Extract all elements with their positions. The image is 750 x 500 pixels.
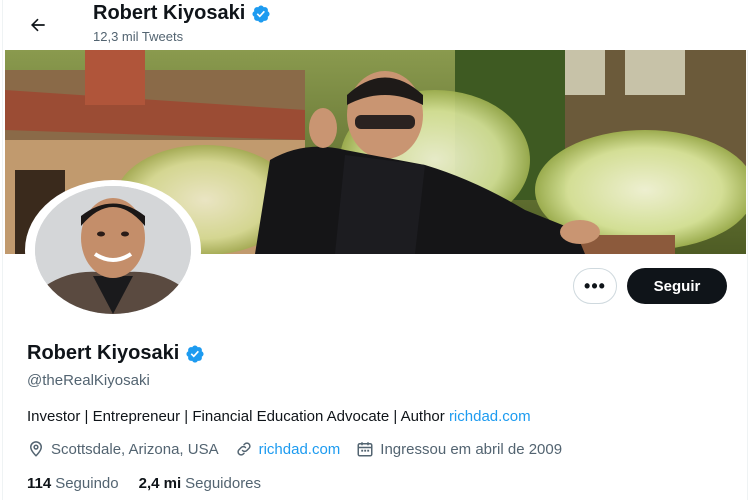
profile-bio: Investor | Entrepreneur | Financial Educ… [27,408,531,425]
tweet-count: 12,3 mil Tweets [93,29,184,44]
avatar-image [35,186,191,314]
location-pin-icon [29,441,43,457]
link-icon [236,442,251,456]
verified-badge-icon [186,344,204,363]
header-name: Robert Kiyosaki [93,2,246,24]
profile-stats: 114 Seguindo 2,4 mi Seguidores [27,475,261,492]
bio-link[interactable]: richdad.com [449,408,531,425]
followers-stat[interactable]: 2,4 mi Seguidores [139,475,261,492]
joined-text: Ingressou em abril de 2009 [380,440,563,458]
joined-item: Ingressou em abril de 2009 [356,440,562,458]
avatar[interactable] [25,180,201,320]
location-text: Scottsdale, Arizona, USA [51,440,219,458]
profile-handle: @theRealKiyosaki [27,372,150,389]
website-item: richdad.com [235,440,341,458]
following-label: Seguindo [55,475,119,492]
location-item: Scottsdale, Arizona, USA [27,440,219,458]
header-title: Robert Kiyosaki [93,2,271,25]
calendar-icon [357,442,373,457]
follow-button[interactable]: Seguir [627,268,727,304]
bio-text: Investor | Entrepreneur | Financial Educ… [27,408,449,425]
back-button[interactable] [21,8,55,42]
profile-name: Robert Kiyosaki [27,342,180,364]
profile-name-row: Robert Kiyosaki [27,342,205,365]
arrow-left-icon [31,18,45,32]
verified-badge-icon [252,4,270,23]
following-stat[interactable]: 114 Seguindo [27,475,119,492]
followers-count: 2,4 mi [138,475,182,492]
website-link[interactable]: richdad.com [259,441,341,458]
profile-meta: Scottsdale, Arizona, USA richdad.com Ing… [27,440,578,458]
followers-label: Seguidores [185,475,262,492]
top-bar: Robert Kiyosaki 12,3 mil Tweets [3,0,749,50]
profile-page: Robert Kiyosaki 12,3 mil Tweets ••• Segu… [2,0,749,500]
more-options-button[interactable]: ••• [573,268,617,304]
following-count: 114 [27,475,52,492]
